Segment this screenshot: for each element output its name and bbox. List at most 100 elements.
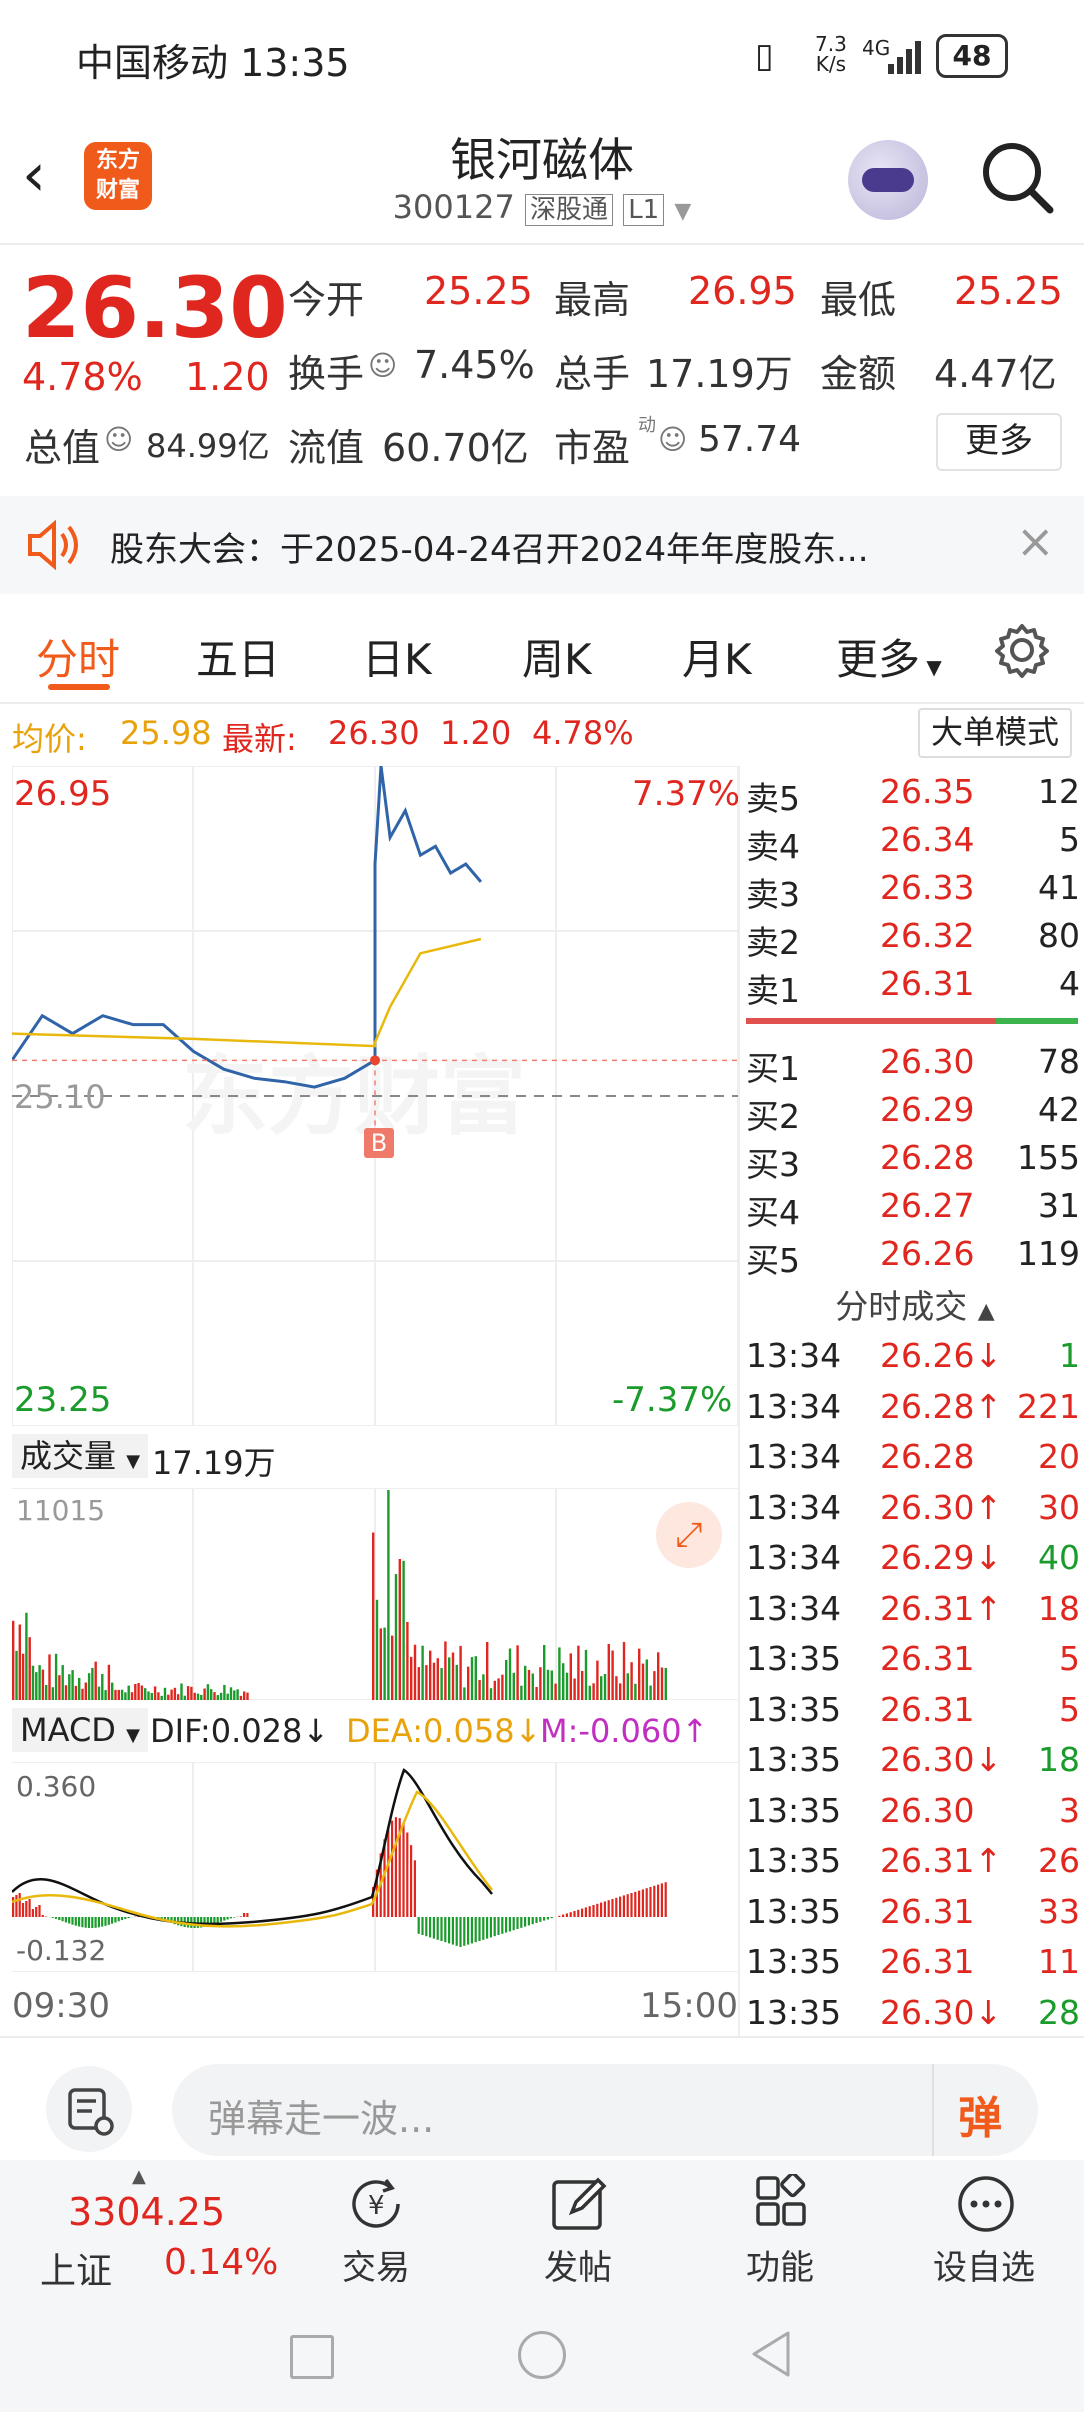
info-icon[interactable]: ☺: [658, 423, 687, 456]
tick-row[interactable]: 13:34 26.26↓ 1: [746, 1336, 1084, 1384]
volume-bar: [84, 1682, 87, 1700]
search-icon[interactable]: [980, 140, 1056, 216]
macd-bar: [18, 1893, 21, 1917]
dropdown-icon[interactable]: ▼: [674, 199, 691, 224]
send-barrage-button[interactable]: 弹: [958, 2082, 1002, 2146]
volume-selector[interactable]: 成交量 ▼: [12, 1434, 149, 1478]
comment-settings-icon[interactable]: [46, 2066, 132, 2152]
trade-button[interactable]: ¥ 交易: [296, 2160, 456, 2295]
expand-up-icon[interactable]: ▲: [132, 2166, 146, 2187]
volume-bar: [451, 1652, 455, 1700]
back-nav-icon[interactable]: [748, 2329, 792, 2379]
index-value[interactable]: 3304.25: [68, 2190, 225, 2234]
tick-row[interactable]: 13:34 26.29↓ 40: [746, 1538, 1084, 1586]
functions-button[interactable]: 功能: [700, 2160, 860, 2295]
tab-intraday[interactable]: 分时: [36, 626, 120, 687]
float-label: 流值: [288, 426, 365, 470]
tick-price: 26.28↑: [880, 1386, 1003, 1426]
dea-text: DEA:0.058: [346, 1712, 515, 1750]
macd-bar: [657, 1884, 660, 1917]
tick-time: 13:34: [746, 1588, 842, 1628]
intraday-price-chart[interactable]: 东方财富: [12, 766, 738, 1426]
tick-row[interactable]: 13:35 26.30↓ 28: [746, 1993, 1084, 2041]
ticks-title[interactable]: 分时成交 ▲: [746, 1280, 1084, 1328]
tick-row[interactable]: 13:35 26.31 5: [746, 1690, 1084, 1738]
macd-bar: [421, 1917, 424, 1935]
edit-post-icon: [552, 2177, 607, 2230]
tick-row[interactable]: 13:34 26.28 20: [746, 1437, 1084, 1485]
bid-row[interactable]: 买2 26.29 42: [746, 1090, 1084, 1138]
volume-bar: [436, 1658, 439, 1700]
amount-value: 4.47亿: [934, 352, 1057, 396]
announcement-banner[interactable]: 股东大会：于2025-04-24召开2024年年度股东... ×: [0, 496, 1084, 594]
volume-bar: [527, 1669, 531, 1700]
add-watchlist-button[interactable]: 设自选: [904, 2160, 1064, 2295]
info-icon[interactable]: ☺: [368, 349, 397, 382]
robot-assistant-icon[interactable]: [848, 140, 928, 220]
ask-volume: 12: [1038, 772, 1080, 811]
avg-price-line: [12, 937, 482, 1048]
more-button[interactable]: 更多: [936, 413, 1062, 471]
ask-row[interactable]: 卖2 26.32 80: [746, 916, 1084, 964]
tick-row[interactable]: 13:35 26.31 5: [746, 1639, 1084, 1687]
status-bar: 中国移动 13:35 ▯ 7.3 K/s 4G 48: [0, 0, 1084, 110]
home-icon[interactable]: [518, 2331, 566, 2379]
ask-row[interactable]: 卖5 26.35 12: [746, 772, 1084, 820]
macd-bar: [524, 1917, 527, 1927]
market-badge: 深股通: [525, 194, 614, 226]
divider: [738, 766, 740, 2036]
ask-row[interactable]: 卖1 26.31 4: [746, 964, 1084, 1012]
tab-weekly-k[interactable]: 周K: [522, 626, 592, 687]
tab-more[interactable]: 更多 ▼: [836, 626, 942, 687]
volume-bar: [584, 1649, 588, 1700]
macd-bar: [64, 1917, 67, 1923]
tick-row[interactable]: 13:35 26.31↑ 26: [746, 1841, 1084, 1889]
tick-row[interactable]: 13:35 26.30↓ 18: [746, 1740, 1084, 1788]
expand-icon[interactable]: ⤢: [656, 1502, 722, 1568]
volume-bar: [486, 1642, 489, 1700]
bid-volume: 119: [1017, 1234, 1080, 1273]
macd-bar: [630, 1893, 633, 1917]
tick-price: 26.29↓: [880, 1538, 1003, 1577]
tick-row[interactable]: 13:35 26.31 33: [746, 1892, 1084, 1940]
big-order-mode-button[interactable]: 大单模式: [918, 708, 1072, 758]
settings-gear-icon[interactable]: [994, 622, 1050, 678]
volume-bar: [379, 1628, 382, 1700]
tick-row[interactable]: 13:34 26.30↑ 30: [746, 1488, 1084, 1536]
ask-row[interactable]: 卖3 26.33 41: [746, 868, 1084, 916]
bid-row[interactable]: 买1 26.30 78: [746, 1042, 1084, 1090]
tab-monthly-k[interactable]: 月K: [682, 626, 752, 687]
macd-bar: [543, 1917, 546, 1921]
tick-time: 13:34: [746, 1437, 842, 1476]
comment-input[interactable]: 弹幕走一波... 弹: [172, 2064, 1038, 2156]
bid-row[interactable]: 买5 26.26 119: [746, 1234, 1084, 1282]
tick-row[interactable]: 13:34 26.31↑ 18: [746, 1589, 1084, 1637]
ask-row[interactable]: 卖4 26.34 5: [746, 820, 1084, 868]
close-icon[interactable]: ×: [1016, 514, 1055, 568]
tick-row[interactable]: 13:35 26.31 11: [746, 1942, 1084, 1990]
macd-selector[interactable]: MACD ▼: [12, 1708, 148, 1752]
tick-row[interactable]: 13:34 26.28↑ 221: [746, 1387, 1084, 1435]
volume-bar: [603, 1674, 607, 1700]
index-pct[interactable]: 0.14%: [164, 2242, 278, 2283]
tab-indicator: [48, 684, 110, 690]
volume-bar: [497, 1678, 500, 1700]
buy-marker[interactable]: B: [364, 1128, 394, 1158]
tab-5day[interactable]: 五日: [196, 626, 280, 687]
index-name[interactable]: 上证: [40, 2242, 112, 2294]
recent-apps-icon[interactable]: [290, 2335, 334, 2379]
post-button[interactable]: 发帖: [498, 2160, 658, 2295]
volume-bar: [581, 1670, 584, 1700]
macd-bar: [394, 1817, 397, 1917]
info-icon[interactable]: ☺: [104, 423, 133, 456]
tab-daily-k[interactable]: 日K: [362, 626, 432, 687]
low-label: 最低: [820, 278, 897, 322]
macd-bar: [226, 1917, 229, 1920]
bid-row[interactable]: 买3 26.28 155: [746, 1138, 1084, 1186]
tick-row[interactable]: 13:35 26.30 3: [746, 1791, 1084, 1839]
bid-row[interactable]: 买4 26.27 31: [746, 1186, 1084, 1234]
volume-bar: [203, 1688, 206, 1700]
pe-superscript: 动: [638, 415, 656, 436]
tick-volume: 40: [1038, 1538, 1080, 1577]
tab-more-label: 更多: [836, 635, 921, 684]
